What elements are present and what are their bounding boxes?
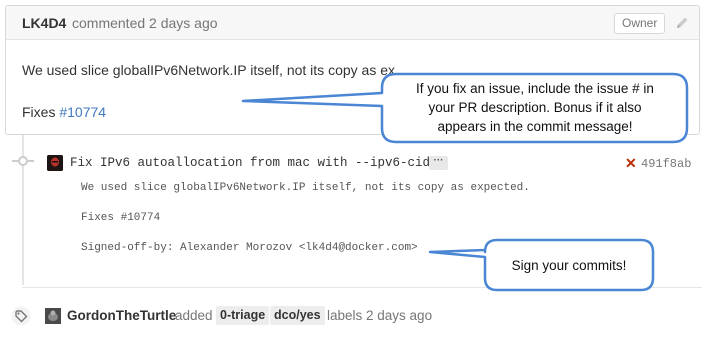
fixes-prefix: Fixes [22, 104, 60, 120]
sign-callout-text: Sign your commits! [511, 258, 627, 273]
expand-commit-button[interactable]: ··· [429, 156, 448, 170]
pencil-icon[interactable] [674, 15, 690, 31]
event-verb: added [175, 308, 213, 323]
comment-fixes: Fixes #10774 [22, 104, 106, 120]
git-commit-icon [12, 156, 34, 166]
tag-icon [11, 306, 31, 326]
comment-body-text: We used slice globalIPv6Network.IP itsel… [22, 62, 395, 78]
commit-sha[interactable]: 491f8ab [641, 157, 691, 171]
event-timestamp: labels 2 days ago [327, 308, 433, 323]
callout-line: your PR description. Bonus if it also [428, 100, 642, 115]
label-0-triage[interactable]: 0-triage [216, 306, 270, 325]
owner-badge: Owner [614, 13, 666, 34]
x-icon[interactable]: ✕ [625, 155, 637, 172]
commit-title[interactable]: Fix IPv6 autoallocation from mac with --… [70, 156, 438, 170]
comment-timestamp[interactable]: commented 2 days ago [72, 15, 218, 31]
label-dco-yes[interactable]: dco/yes [270, 306, 325, 325]
timeline-separator [22, 287, 702, 288]
commit-description-line: Signed-off-by: Alexander Morozov <lk4d4@… [81, 242, 418, 254]
commit-author-avatar[interactable] [47, 155, 63, 171]
comment-header: LK4D4 commented 2 days ago Owner [6, 6, 699, 40]
issue-link[interactable]: #10774 [59, 104, 106, 120]
comment-author[interactable]: LK4D4 [22, 15, 66, 31]
callout-line: If you fix an issue, include the issue #… [416, 81, 654, 96]
event-user[interactable]: GordonTheTurtle [67, 308, 176, 323]
user-avatar[interactable] [45, 308, 61, 324]
commit-description-line: Fixes #10774 [81, 212, 161, 224]
callout-line: appears in the commit message! [437, 119, 633, 134]
issue-callout-text: If you fix an issue, include the issue #… [388, 79, 682, 136]
commit-description-line: We used slice globalIPv6Network.IP itsel… [81, 182, 530, 194]
